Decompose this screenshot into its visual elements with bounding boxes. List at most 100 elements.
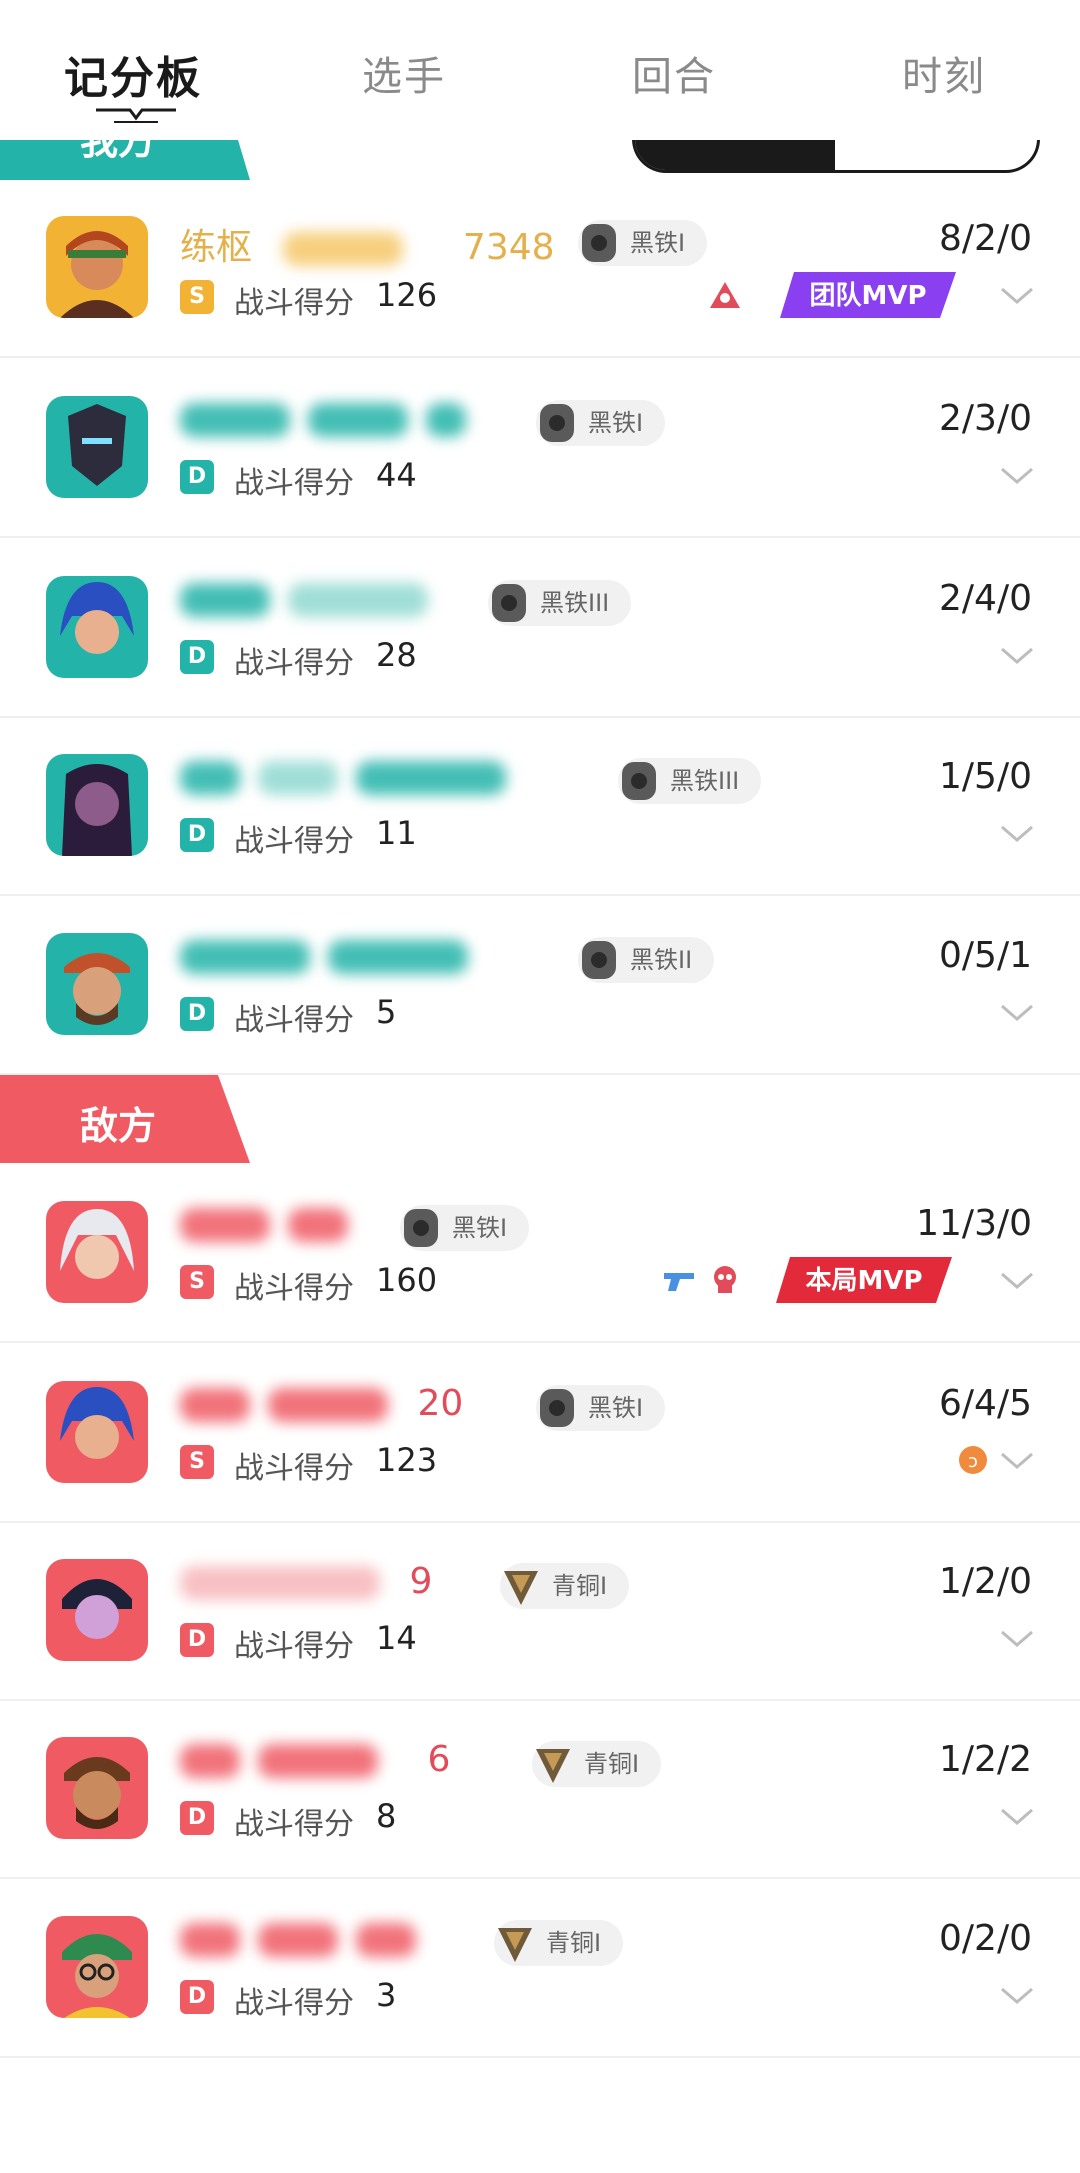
rank-iron-icon	[404, 1209, 438, 1247]
chevron-down-icon[interactable]	[1000, 466, 1034, 486]
chevron-down-icon[interactable]	[1000, 1986, 1034, 2006]
svg-text:团队MVP: 团队MVP	[809, 281, 926, 311]
grade-badge: S	[180, 280, 214, 314]
kda: 11/3/0	[916, 1203, 1032, 1244]
player-row[interactable]: 9 青铜I D 战斗得分 14 1/2/0	[0, 1521, 1080, 1701]
score-label: 战斗得分	[234, 1451, 354, 1486]
grade-badge: D	[180, 818, 214, 852]
kda: 1/2/0	[939, 1561, 1032, 1602]
agent-avatar	[46, 1916, 148, 2018]
player-name	[180, 1203, 366, 1244]
score-label: 战斗得分	[234, 1003, 354, 1038]
player-name: 9	[180, 1561, 432, 1602]
rank-bronze-icon	[536, 1749, 570, 1783]
score-label: 战斗得分	[234, 1271, 354, 1306]
chevron-down-icon[interactable]	[1000, 286, 1034, 306]
rank-badge: 黑铁I	[578, 220, 708, 266]
player-name	[180, 578, 446, 619]
rank-iron-icon	[582, 224, 616, 262]
player-row[interactable]: 6 青铜I D 战斗得分 8 1/2/2	[0, 1699, 1080, 1879]
match-mvp-badge: 本局MVP	[776, 1257, 952, 1303]
agent-avatar	[46, 933, 148, 1035]
tab-moments[interactable]: 时刻	[902, 44, 986, 102]
rank-bronze-icon	[504, 1571, 538, 1605]
score-value: 14	[376, 1619, 417, 1657]
player-row[interactable]: 黑铁III D 战斗得分 11 1/5/0	[0, 716, 1080, 896]
score-value: 8	[376, 1797, 397, 1835]
tab-rounds[interactable]: 回合	[632, 44, 716, 102]
rank-badge: 黑铁I	[400, 1205, 530, 1251]
team-mvp-badge: 团队MVP	[780, 272, 956, 318]
tab-active-indicator	[96, 108, 176, 123]
score-value: 44	[376, 456, 417, 494]
rank-badge: 黑铁III	[618, 758, 762, 804]
player-row[interactable]: 青铜I D 战斗得分 3 0/2/0	[0, 1878, 1080, 2058]
agent-avatar	[46, 754, 148, 856]
chevron-down-icon[interactable]	[1000, 1629, 1034, 1649]
chevron-down-icon[interactable]	[1000, 824, 1034, 844]
triangle-skull-icon	[710, 282, 740, 308]
player-row[interactable]: 练枢 7348 黑铁I S 战斗得分 126 8/2/0 团队MVP	[0, 178, 1080, 358]
rank-badge: 黑铁I	[536, 400, 666, 446]
top-tab-bar: 记分板 选手 回合 时刻	[0, 0, 1080, 140]
skull-icon	[714, 1266, 736, 1293]
player-row[interactable]: 黑铁I D 战斗得分 44 2/3/0	[0, 358, 1080, 538]
grade-badge: D	[180, 997, 214, 1031]
score-value: 5	[376, 993, 397, 1031]
kda: 0/5/1	[939, 935, 1032, 976]
chevron-down-icon[interactable]	[1000, 1807, 1034, 1827]
chevron-down-icon[interactable]	[1000, 646, 1034, 666]
svg-text:本局MVP: 本局MVP	[805, 1266, 922, 1296]
grade-badge: D	[180, 460, 214, 494]
kda: 2/4/0	[939, 578, 1032, 619]
ability-icon: ↄ	[959, 1446, 987, 1474]
player-row[interactable]: 黑铁III D 战斗得分 28 2/4/0	[0, 538, 1080, 718]
grade-badge: D	[180, 1623, 214, 1657]
agent-avatar	[46, 1201, 148, 1303]
score-label: 战斗得分	[234, 1629, 354, 1664]
tab-players[interactable]: 选手	[362, 44, 446, 102]
player-row[interactable]: 黑铁I S 战斗得分 160 11/3/0 本局MVP	[0, 1163, 1080, 1343]
chevron-down-icon[interactable]	[1000, 1003, 1034, 1023]
score-label: 战斗得分	[234, 646, 354, 681]
rank-iron-icon	[540, 1389, 574, 1427]
agent-avatar	[46, 1737, 148, 1839]
agent-avatar	[46, 576, 148, 678]
score-value: 28	[376, 636, 417, 674]
svg-text:ↄ: ↄ	[968, 1451, 978, 1472]
chevron-down-icon[interactable]	[1000, 1271, 1034, 1291]
rank-badge: 青铜I	[500, 1563, 630, 1609]
player-name	[180, 398, 484, 439]
agent-avatar	[46, 216, 148, 318]
rank-iron-icon	[492, 584, 526, 622]
rank-bronze-icon	[498, 1928, 532, 1962]
score-value: 160	[376, 1261, 438, 1299]
player-name: 6	[180, 1739, 450, 1780]
player-name: 练枢 7348	[180, 227, 555, 268]
kda: 1/5/0	[939, 756, 1032, 797]
gun-icon	[664, 1273, 694, 1291]
score-value: 126	[376, 276, 438, 314]
score-label: 战斗得分	[234, 466, 354, 501]
rank-iron-icon	[540, 404, 574, 442]
agent-avatar	[46, 1381, 148, 1483]
rank-iron-icon	[582, 941, 616, 979]
player-name	[180, 935, 486, 976]
player-name	[180, 1918, 434, 1959]
rank-badge: 青铜I	[494, 1920, 624, 1966]
kda: 1/2/2	[939, 1739, 1032, 1780]
rank-badge: 青铜I	[532, 1741, 662, 1787]
score-value: 123	[376, 1441, 438, 1479]
rank-iron-icon	[622, 762, 656, 800]
grade-badge: D	[180, 1980, 214, 2014]
tab-scoreboard[interactable]: 记分板	[64, 42, 202, 106]
kda: 0/2/0	[939, 1918, 1032, 1959]
enemy-team-banner: 敌方	[0, 1075, 250, 1163]
rank-badge: 黑铁I	[536, 1385, 666, 1431]
chevron-down-icon[interactable]	[1000, 1451, 1034, 1471]
agent-avatar	[46, 1559, 148, 1661]
player-row[interactable]: 20 黑铁I S 战斗得分 123 6/4/5 ↄ	[0, 1343, 1080, 1523]
score-value: 11	[376, 814, 417, 852]
player-row[interactable]: 黑铁II D 战斗得分 5 0/5/1	[0, 895, 1080, 1075]
score-label: 战斗得分	[234, 286, 354, 321]
